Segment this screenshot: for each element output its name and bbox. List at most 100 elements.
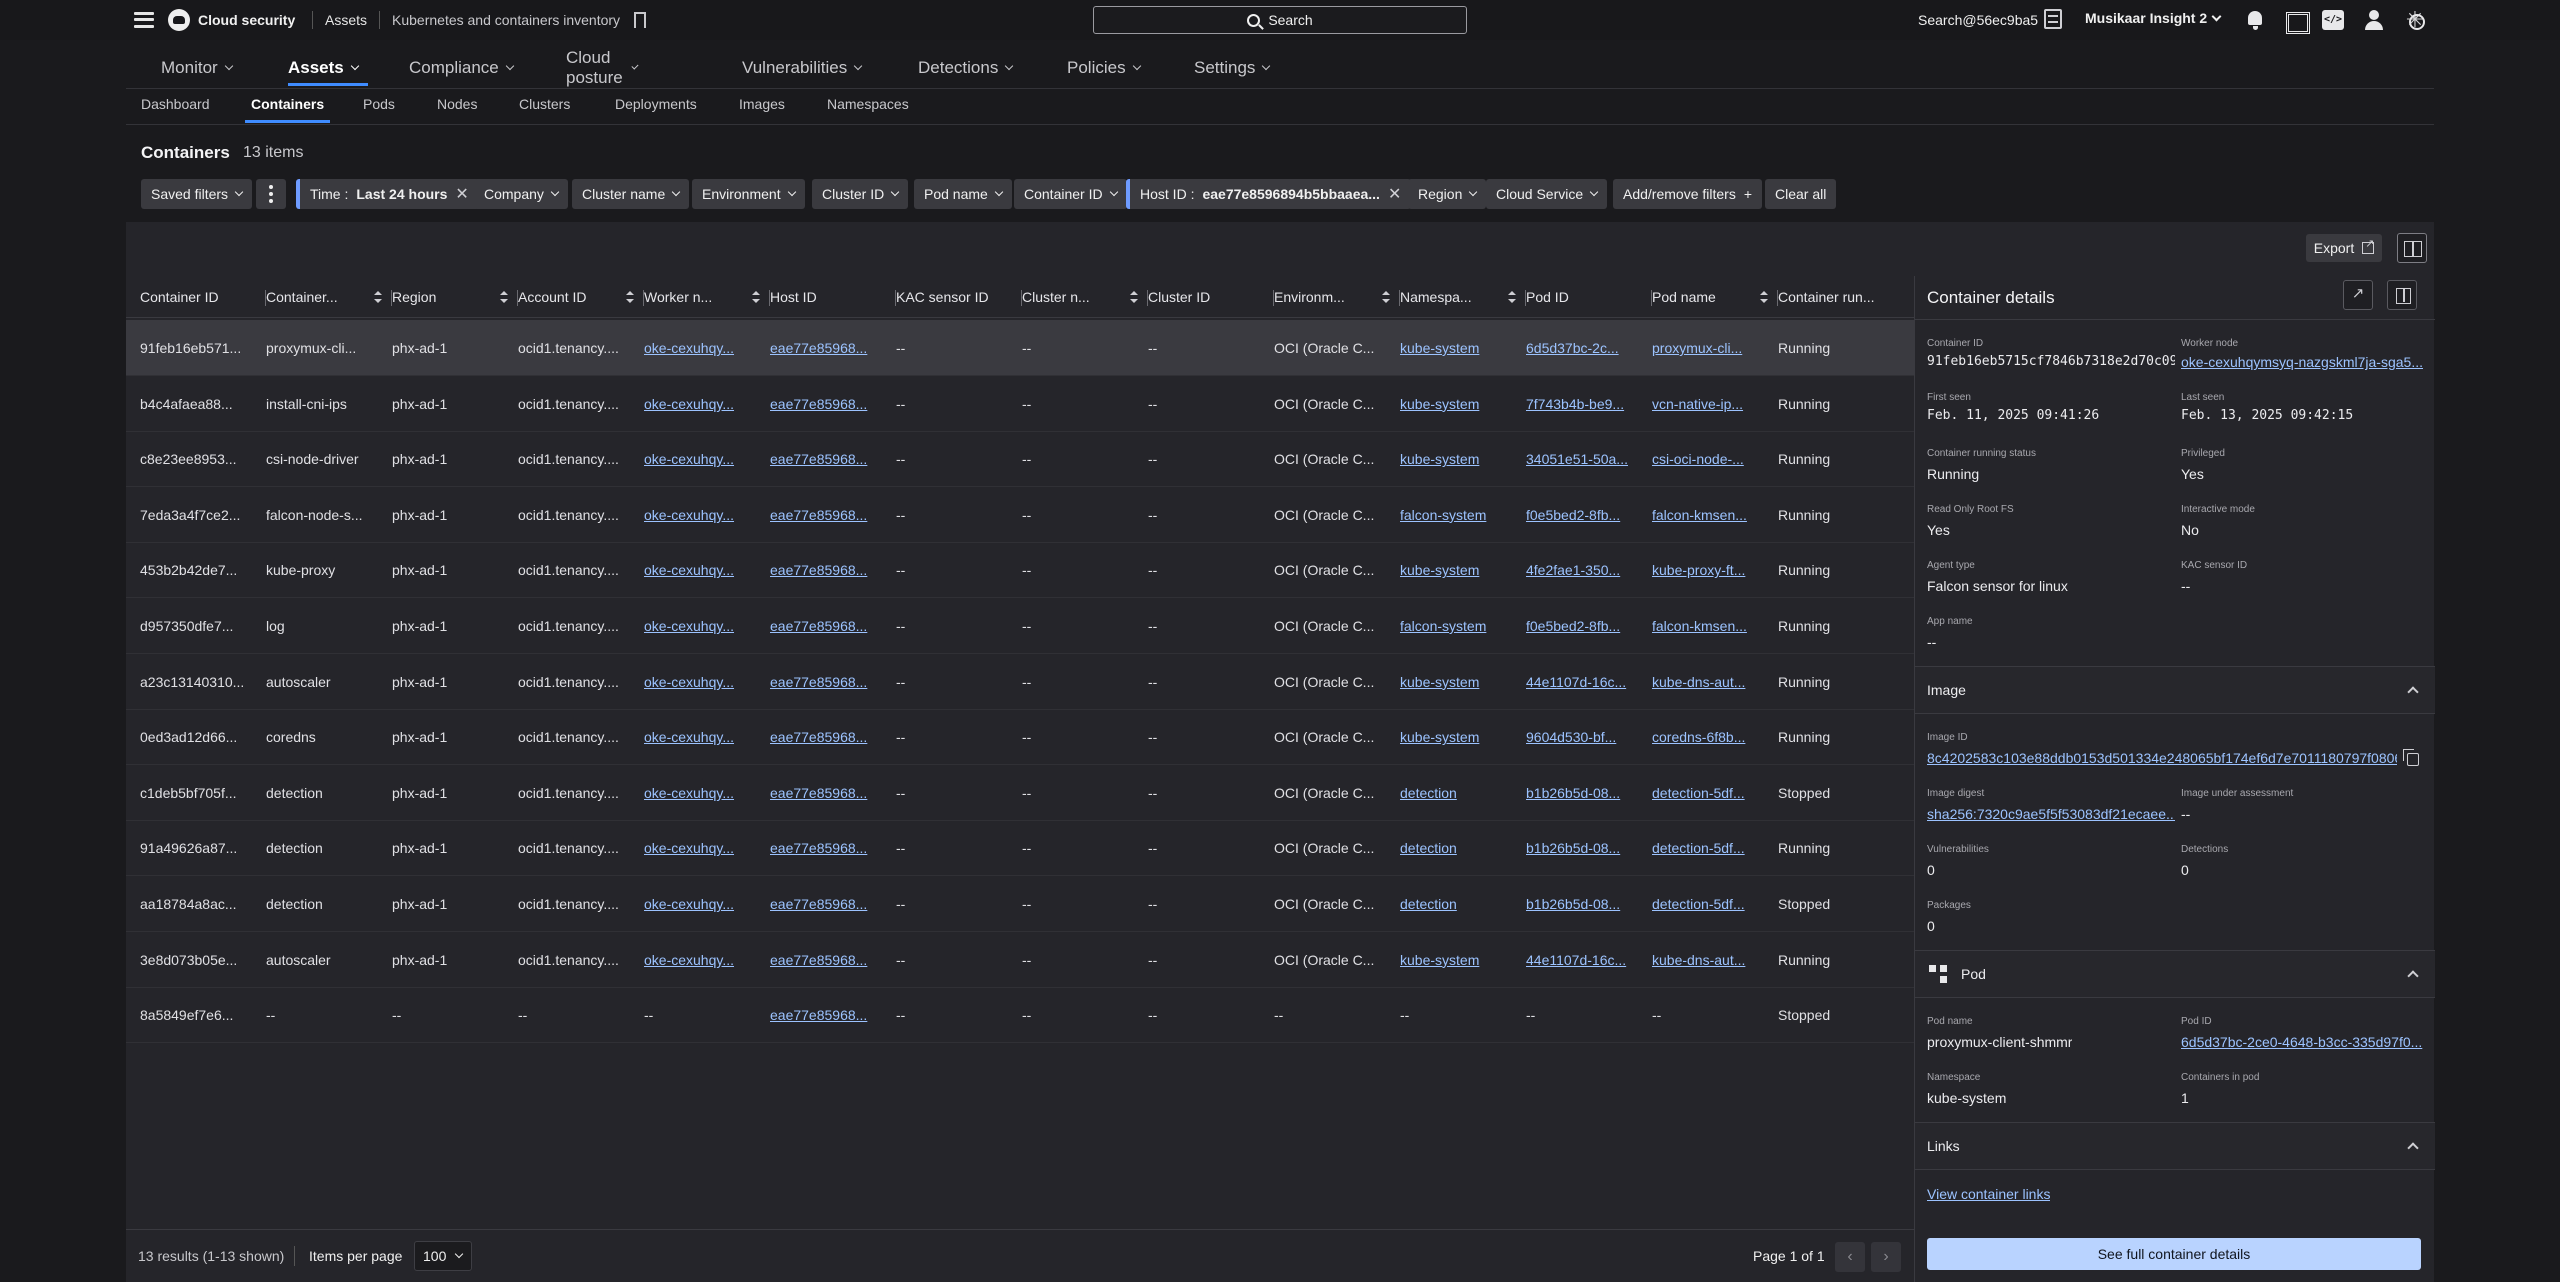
table-row[interactable]: d957350dfe7... log phx-ad-1 ocid1.tenancy..… (126, 598, 1914, 654)
filter-container-id[interactable]: Container ID (1014, 179, 1127, 209)
cell-host-id[interactable]: eae77e85968... (770, 487, 886, 543)
table-icon[interactable] (2044, 9, 2062, 29)
filter-pod-name[interactable]: Pod name (914, 179, 1012, 209)
nav-assets[interactable]: Assets (288, 48, 368, 88)
cell-pod-id[interactable]: f0e5bed2-8fb... (1526, 598, 1642, 654)
sort-icon[interactable] (1382, 291, 1390, 303)
next-page-button[interactable]: › (1871, 1242, 1901, 1272)
cell-worker-node[interactable]: oke-cexuhqy... (644, 320, 760, 376)
close-icon[interactable]: ✕ (455, 184, 468, 204)
tab-clusters[interactable]: Clusters (519, 96, 570, 118)
cell-pod-id[interactable]: 7f743b4b-be9... (1526, 376, 1642, 432)
nav-vulnerabilities[interactable]: Vulnerabilities (742, 48, 863, 88)
cell-pod-id[interactable]: 44e1107d-16c... (1526, 932, 1642, 988)
see-full-details-button[interactable]: See full container details (1927, 1238, 2421, 1270)
tab-images[interactable]: Images (739, 96, 785, 118)
cell-host-id[interactable]: eae77e85968... (770, 987, 886, 1043)
table-row[interactable]: aa18784a8ac... detection phx-ad-1 ocid1.ten… (126, 876, 1914, 932)
cell-pod-name[interactable]: detection-5df... (1652, 876, 1768, 932)
col-header-account-id[interactable]: Account ID (518, 276, 644, 318)
col-header-worker-node[interactable]: Worker n... (644, 276, 770, 318)
cell-namespace[interactable]: detection (1400, 820, 1516, 876)
cell-host-id[interactable]: eae77e85968... (770, 431, 886, 487)
cell-namespace[interactable]: detection (1400, 765, 1516, 821)
filter-host-id[interactable]: Host ID : eae77e8596894b5bbaaea... ✕ (1126, 179, 1412, 209)
tab-pods[interactable]: Pods (363, 96, 395, 118)
col-header-environment[interactable]: Environm... (1274, 276, 1400, 318)
filter-cluster-name[interactable]: Cluster name (572, 179, 690, 209)
cell-worker-node[interactable]: oke-cexuhqy... (644, 932, 760, 988)
nav-compliance[interactable]: Compliance (409, 48, 515, 88)
open-new-tab-icon[interactable] (2343, 280, 2373, 310)
cell-worker-node[interactable]: oke-cexuhqy... (644, 654, 760, 710)
cell-pod-id[interactable]: f0e5bed2-8fb... (1526, 487, 1642, 543)
filter-cluster-id[interactable]: Cluster ID (812, 179, 909, 209)
filter-time[interactable]: Time : Last 24 hours ✕ (296, 179, 479, 209)
col-header-region[interactable]: Region (392, 276, 518, 318)
items-per-page-select[interactable]: 100 (414, 1241, 472, 1271)
table-row[interactable]: c1deb5bf705f... detection phx-ad-1 ocid1.te… (126, 765, 1914, 821)
nav-policies[interactable]: Policies (1067, 48, 1141, 88)
view-container-links[interactable]: View container links (1927, 1186, 2050, 1202)
table-row[interactable]: 453b2b42de7... kube-proxy phx-ad-1 ocid1.te… (126, 542, 1914, 599)
table-row[interactable]: 91feb16eb571... proxymux-cli... phx-ad-1 oc… (126, 320, 1914, 376)
worker-node-link[interactable]: oke-cexuhqymsyq-nazgskml7ja-sga5... (2181, 354, 2425, 370)
user-icon[interactable] (2363, 9, 2385, 31)
cell-pod-id[interactable]: 6d5d37bc-2c... (1526, 320, 1642, 376)
cell-host-id[interactable]: eae77e85968... (770, 876, 886, 932)
cell-worker-node[interactable]: oke-cexuhqy... (644, 709, 760, 765)
sort-icon[interactable] (500, 291, 508, 303)
cell-pod-id[interactable]: 34051e51-50a... (1526, 431, 1642, 487)
cell-host-id[interactable]: eae77e85968... (770, 765, 886, 821)
filter-region[interactable]: Region (1408, 179, 1487, 209)
cell-pod-id[interactable]: 4fe2fae1-350... (1526, 542, 1642, 598)
cell-pod-name[interactable]: falcon-kmsen... (1652, 487, 1768, 543)
cell-pod-id[interactable]: b1b26b5d-08... (1526, 820, 1642, 876)
cell-namespace[interactable]: falcon-system (1400, 487, 1516, 543)
table-row[interactable]: 91a49626a87... detection phx-ad-1 ocid1.ten… (126, 820, 1914, 877)
cell-pod-name[interactable]: vcn-native-ip... (1652, 376, 1768, 432)
sort-icon[interactable] (626, 291, 634, 303)
cell-pod-name[interactable]: detection-5df... (1652, 820, 1768, 876)
image-id-link[interactable]: 8c4202583c103e88ddb0153d501334e248065bf1… (1927, 750, 2397, 766)
cell-host-id[interactable]: eae77e85968... (770, 709, 886, 765)
menu-icon[interactable] (134, 10, 154, 30)
cell-namespace[interactable]: kube-system (1400, 709, 1516, 765)
nav-monitor[interactable]: Monitor (161, 48, 233, 88)
col-header-host-id[interactable]: Host ID (770, 276, 896, 318)
tab-namespaces[interactable]: Namespaces (827, 96, 909, 118)
col-header-container-running-status[interactable]: Container run... (1778, 276, 1914, 318)
cell-host-id[interactable]: eae77e85968... (770, 598, 886, 654)
sort-icon[interactable] (1508, 291, 1516, 303)
cell-pod-name[interactable]: csi-oci-node-... (1652, 431, 1768, 487)
export-button[interactable]: Export (2306, 234, 2382, 262)
cell-host-id[interactable]: eae77e85968... (770, 654, 886, 710)
tab-deployments[interactable]: Deployments (615, 96, 697, 118)
bookmark-icon[interactable] (634, 12, 647, 28)
cell-pod-name[interactable]: kube-dns-aut... (1652, 654, 1768, 710)
nav-cloud-posture[interactable]: Cloud posture (566, 48, 639, 88)
col-header-cluster-id[interactable]: Cluster ID (1148, 276, 1274, 318)
add-remove-filters-button[interactable]: Add/remove filters + (1613, 179, 1763, 209)
filter-cloud-service[interactable]: Cloud Service (1486, 179, 1608, 209)
col-header-container-id[interactable]: Container ID (140, 276, 266, 318)
cell-namespace[interactable]: kube-system (1400, 654, 1516, 710)
cell-host-id[interactable]: eae77e85968... (770, 320, 886, 376)
table-row[interactable]: 0ed3ad12d66... coredns phx-ad-1 ocid1.tenan… (126, 709, 1914, 766)
cell-worker-node[interactable]: oke-cexuhqy... (644, 542, 760, 598)
prev-page-button[interactable]: ‹ (1835, 1242, 1865, 1272)
news-icon[interactable] (2284, 9, 2310, 34)
table-row[interactable]: c8e23ee8953... csi-node-driver phx-ad-1 oci… (126, 431, 1914, 488)
tab-containers[interactable]: Containers (244, 96, 331, 123)
cell-namespace[interactable]: detection (1400, 876, 1516, 932)
more-options-button[interactable] (256, 179, 286, 209)
code-icon[interactable] (2322, 9, 2344, 31)
table-row[interactable]: 3e8d073b05e... autoscaler phx-ad-1 ocid1.te… (126, 932, 1914, 988)
cell-pod-name[interactable]: kube-dns-aut... (1652, 932, 1768, 988)
nav-detections[interactable]: Detections (918, 48, 1014, 88)
table-row[interactable]: 8a5849ef7e6... -- -- -- -- eae77e85968... -- --… (126, 987, 1914, 1044)
cell-namespace[interactable]: kube-system (1400, 376, 1516, 432)
cell-pod-id[interactable]: b1b26b5d-08... (1526, 765, 1642, 821)
cell-worker-node[interactable]: oke-cexuhqy... (644, 487, 760, 543)
cell-pod-name[interactable]: falcon-kmsen... (1652, 598, 1768, 654)
